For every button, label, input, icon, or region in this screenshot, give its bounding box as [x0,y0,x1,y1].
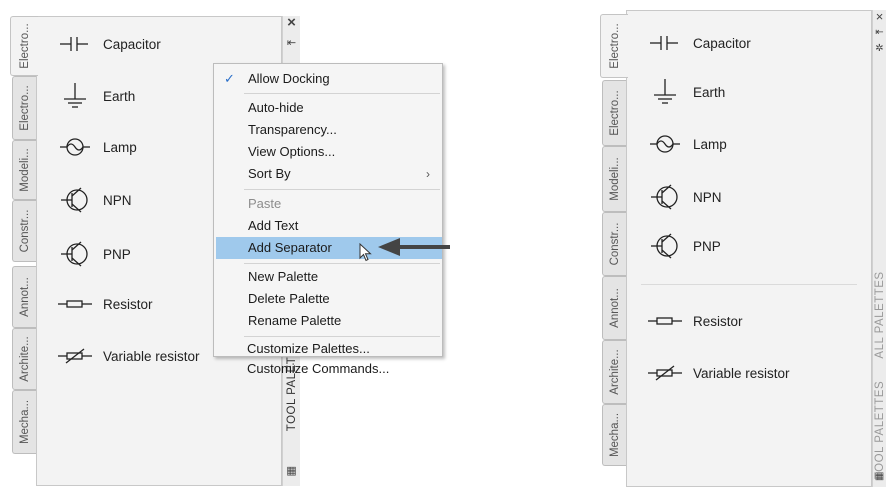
close-icon[interactable]: × [873,10,886,24]
variable-resistor-icon [645,358,685,388]
menu-item-customize-commands[interactable]: Customize Commands... [213,359,443,379]
menu-separator [244,93,440,94]
tab-modeling[interactable]: Modeli... [12,140,36,200]
properties-icon[interactable]: ✲ [873,42,886,56]
tool-label: NPN [103,192,132,208]
menu-item-rename-palette[interactable]: Rename Palette [214,310,442,332]
close-icon[interactable]: × [283,15,300,30]
tab-electro-2[interactable]: Electro... [12,76,36,140]
tab-electro-2[interactable]: Electro... [602,80,626,146]
palette-title: TOOL PALETTES [873,380,886,480]
tool-label: Variable resistor [693,365,790,381]
tool-variable-resistor[interactable]: Variable resistor [645,358,790,388]
tool-label: Capacitor [103,36,161,52]
mouse-cursor-icon [359,243,372,262]
tab-mechanical[interactable]: Mecha... [602,404,626,466]
tab-architectural[interactable]: Archite... [602,340,626,404]
tab-constraints[interactable]: Constr... [12,200,36,262]
tab-mechanical[interactable]: Mecha... [12,390,36,454]
menu-separator [244,336,440,337]
tab-constraints[interactable]: Constr... [602,212,626,276]
tab-electro-1[interactable]: Electro... [600,14,628,78]
npn-transistor-icon [55,185,95,215]
menu-item-delete-palette[interactable]: Delete Palette [214,288,442,310]
tool-lamp[interactable]: Lamp [645,129,727,159]
tool-resistor[interactable]: Resistor [645,306,743,336]
menu-item-paste: Paste [248,196,282,211]
tool-label: Lamp [693,136,727,152]
palette-content: Capacitor Earth Lamp NPN PNP Resistor Va… [626,10,872,487]
lamp-icon [55,132,95,162]
menu-item-new-palette[interactable]: New Palette [214,266,442,288]
tool-variable-resistor[interactable]: Variable resistor [55,341,200,371]
menu-item-auto-hide[interactable]: Auto-hide [214,97,442,119]
tool-label: Variable resistor [103,348,200,364]
tool-resistor[interactable]: Resistor [55,289,153,319]
menu-item-transparency[interactable]: Transparency... [214,119,442,141]
palette-separator[interactable] [641,284,857,285]
variable-resistor-icon [55,341,95,371]
properties-menu-icon[interactable]: ▦ [873,470,886,484]
tool-label: Capacitor [693,35,751,51]
menu-separator [244,189,440,190]
tool-capacitor[interactable]: Capacitor [55,29,161,59]
auto-hide-icon[interactable]: ⇤ [283,36,300,50]
tool-label: Earth [103,88,136,104]
tool-label: PNP [693,238,721,254]
tool-lamp[interactable]: Lamp [55,132,137,162]
tool-label: Earth [693,84,726,100]
auto-hide-icon[interactable]: ⇤ [873,26,886,40]
npn-transistor-icon [645,182,685,212]
tool-pnp[interactable]: PNP [55,239,131,269]
tool-npn[interactable]: NPN [645,182,722,212]
properties-icon[interactable]: ▦ [283,464,300,478]
tool-label: NPN [693,189,722,205]
check-icon: ✓ [224,71,235,86]
tab-electro-1[interactable]: Electro... [10,16,38,76]
resistor-icon [55,289,95,319]
callout-arrow-icon [378,238,450,256]
context-menu: ✓ Allow Docking Auto-hide Transparency..… [213,63,443,357]
tab-modeling[interactable]: Modeli... [602,146,626,212]
earth-ground-icon [645,77,685,107]
pnp-transistor-icon [55,239,95,269]
pnp-transistor-icon [645,231,685,261]
palette-title-strip: × ⇤ ✲ ALL PALETTES TOOL PALETTES ▦ [872,10,886,487]
tool-earth[interactable]: Earth [55,81,135,111]
tool-capacitor[interactable]: Capacitor [645,28,751,58]
submenu-arrow-icon: › [426,167,430,181]
earth-ground-icon [55,81,95,111]
right-tool-palette: Electro... Electro... Modeli... Constr..… [598,10,886,487]
menu-item-add-text[interactable]: Add Text [214,215,442,237]
lamp-icon [645,129,685,159]
tool-earth[interactable]: Earth [645,77,725,107]
tool-label: PNP [103,246,131,262]
tool-pnp[interactable]: PNP [645,231,721,261]
menu-separator [244,263,440,264]
menu-item-allow-docking[interactable]: ✓ Allow Docking [214,68,442,90]
resistor-icon [645,306,685,336]
palette-group-title: ALL PALETTES [873,271,886,359]
tab-architectural[interactable]: Archite... [12,328,36,390]
capacitor-icon [645,28,685,58]
tool-label: Resistor [103,296,153,312]
tool-npn[interactable]: NPN [55,185,132,215]
tool-label: Resistor [693,313,743,329]
tool-label: Lamp [103,139,137,155]
tab-annotation[interactable]: Annot... [602,276,626,340]
capacitor-icon [55,29,95,59]
menu-item-view-options[interactable]: View Options... [214,141,442,163]
menu-item-sort-by[interactable]: Sort By › [214,163,442,185]
tab-annotation[interactable]: Annot... [12,266,36,328]
menu-item-customize-palettes[interactable]: Customize Palettes... [213,339,443,359]
